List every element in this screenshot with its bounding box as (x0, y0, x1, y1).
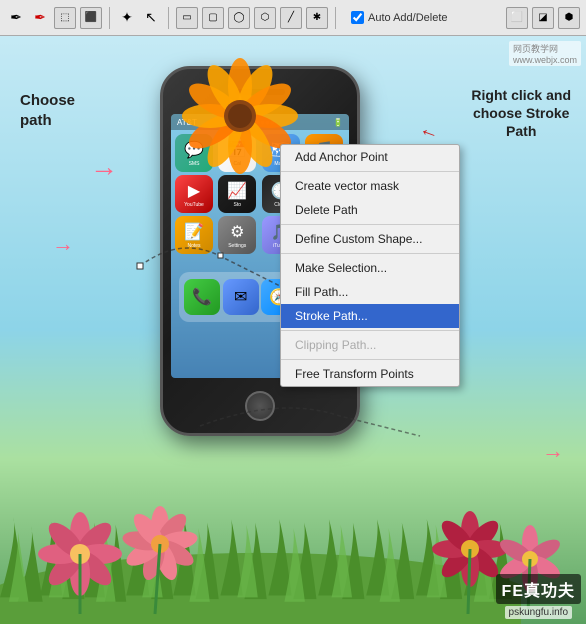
shape-poly[interactable]: ⬡ (254, 7, 276, 29)
menu-item-define-shape[interactable]: Define Custom Shape... (281, 227, 459, 251)
bottom-right-arrow: → (542, 438, 564, 464)
menu-item-delete-path[interactable]: Delete Path (281, 198, 459, 222)
choose-path-label: Choosepath (20, 91, 75, 130)
auto-add-delete-label: Auto Add/Delete (368, 12, 448, 24)
battery: 🔋 (333, 118, 343, 127)
app-settings-icon: ⚙ (230, 222, 244, 242)
app-notes-icon: 📝 (184, 222, 204, 242)
app-notes-label: Notes (187, 243, 200, 249)
app-settings-label: Settings (228, 243, 246, 249)
app-stocks-icon: 📈 (227, 181, 247, 201)
menu-item-stroke-path[interactable]: Stroke Path... (281, 304, 459, 328)
menu-item-make-selection[interactable]: Make Selection... (281, 256, 459, 280)
dock-mail: ✉ (223, 279, 259, 315)
app-youtube-icon: ▶ (188, 181, 200, 201)
shape-custom[interactable]: ✱ (306, 7, 328, 29)
context-menu: Add Anchor Point Create vector mask Dele… (280, 144, 460, 387)
menu-item-clipping-path: Clipping Path... (281, 333, 459, 357)
watermark-bottom-right: FE真功夫 pskungfu.info (496, 574, 581, 619)
sep1 (109, 7, 110, 29)
shape-btn[interactable]: ⬢ (558, 7, 580, 29)
sep2 (168, 7, 169, 29)
shape-line[interactable]: ╱ (280, 7, 302, 29)
sep3 (335, 7, 336, 29)
mask-btn[interactable]: ⬜ (506, 7, 528, 29)
shape-ellipse[interactable]: ◯ (228, 7, 250, 29)
app-stocks: 📈 Sto (218, 175, 256, 213)
path-btn[interactable]: ◪ (532, 7, 554, 29)
shape-rect[interactable]: ▭ (176, 7, 198, 29)
app-settings: ⚙ Settings (218, 216, 256, 254)
menu-divider-1 (281, 171, 459, 172)
menu-item-free-transform[interactable]: Free Transform Points (281, 362, 459, 386)
photoshop-toolbar: ✒ ✒ ⬚ ⬛ ✦ ↖ ▭ ▢ ◯ ⬡ ╱ ✱ Auto Add/Delete … (0, 0, 586, 36)
pen-tool-icon[interactable]: ✒ (6, 8, 26, 28)
menu-item-fill-path[interactable]: Fill Path... (281, 280, 459, 304)
mid-left-arrow: → (52, 231, 74, 257)
app-youtube-label: YouTube (184, 202, 204, 208)
menu-divider-3 (281, 253, 459, 254)
menu-divider-2 (281, 224, 459, 225)
dock-phone: 📞 (184, 279, 220, 315)
convert-point-icon[interactable]: ✦ (117, 8, 137, 28)
choose-path-arrow: → (90, 151, 118, 183)
right-click-label: Right click andchoose StrokePath (471, 86, 571, 141)
tool-btn-1[interactable]: ⬚ (54, 7, 76, 29)
watermark-logo: FE真功夫 (496, 574, 581, 604)
add-anchor-icon[interactable]: ✒ (30, 8, 50, 28)
direct-select-icon[interactable]: ↖ (141, 8, 161, 28)
watermark-url: pskungfu.info (505, 606, 573, 619)
auto-add-delete-area: Auto Add/Delete (351, 11, 448, 24)
menu-divider-4 (281, 330, 459, 331)
tool-btn-2[interactable]: ⬛ (80, 7, 102, 29)
iphone-home-button[interactable] (245, 391, 275, 421)
canvas-area: AT&T ●●●● 🔋 💬 SMS 📅 Cal 🗺 Maps 🎵 (0, 36, 586, 624)
app-notes: 📝 Notes (175, 216, 213, 254)
menu-item-create-vector[interactable]: Create vector mask (281, 174, 459, 198)
menu-divider-5 (281, 359, 459, 360)
watermark-top-right: 网页教学网www.webjx.com (509, 41, 581, 66)
app-stocks-label: Sto (233, 202, 241, 208)
toolbar-right-icons: ⬜ ◪ ⬢ (506, 7, 580, 29)
app-youtube: ▶ YouTube (175, 175, 213, 213)
shape-round[interactable]: ▢ (202, 7, 224, 29)
auto-add-delete-checkbox[interactable] (351, 11, 364, 24)
